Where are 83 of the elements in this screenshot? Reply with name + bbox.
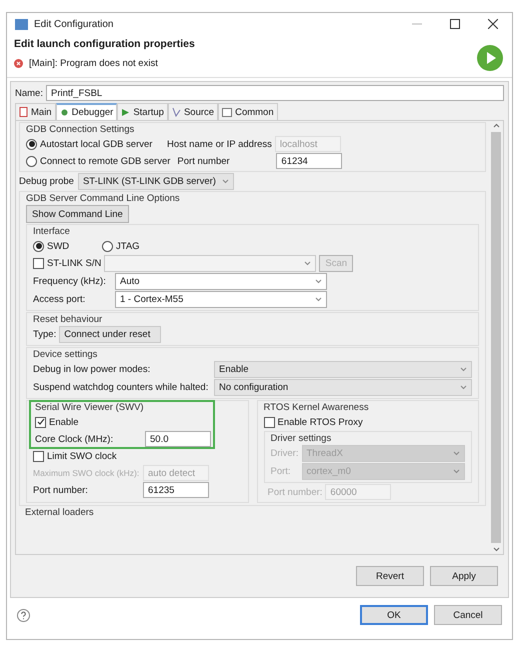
radio-label: SWD [47, 240, 70, 252]
app-icon [15, 18, 28, 30]
document-icon [19, 107, 28, 117]
tab[interactable]: Debugger [56, 103, 118, 120]
radio-button[interactable] [26, 156, 37, 166]
scroll-down-icon[interactable] [492, 547, 500, 552]
field-label: Port number [177, 156, 231, 166]
tab[interactable]: Source [168, 103, 218, 120]
chevron-icon [315, 297, 322, 302]
radio-button[interactable] [26, 138, 37, 150]
checkbox-label: ST-LINK S/N [47, 258, 102, 269]
error-icon [14, 59, 23, 68]
chevron-icon [315, 279, 322, 284]
window-title: Edit Configuration [34, 18, 114, 30]
checkbox[interactable] [33, 258, 44, 269]
port-field[interactable]: 61234 [276, 153, 342, 169]
group-title: Interface [33, 226, 71, 237]
field-label: Driver: [270, 448, 298, 459]
scroll-up-icon[interactable] [492, 123, 500, 128]
dropdown[interactable]: Enable [214, 361, 472, 378]
scrollbar[interactable] [489, 121, 503, 554]
name-field[interactable]: Printf_FSBL [46, 85, 504, 101]
field-label: Core Clock (MHz): [35, 434, 114, 444]
field-label: Port number: [33, 484, 89, 496]
play-icon [121, 108, 130, 116]
chevron-icon [453, 451, 460, 456]
show-command-line-button[interactable]: Show Command Line [26, 205, 129, 223]
group-title: Serial Wire Viewer (SWV) [35, 402, 145, 413]
tab[interactable]: Common [218, 103, 278, 120]
checkbox-label: Enable [49, 416, 79, 428]
help-icon[interactable] [17, 608, 30, 622]
close-icon[interactable] [488, 19, 498, 30]
checkbox[interactable] [33, 450, 44, 462]
dropdown[interactable]: 1 - Cortex-M55 [115, 291, 327, 308]
radio-label: Autostart local GDB server [40, 138, 154, 150]
group-title: RTOS Kernel Awareness [264, 402, 370, 413]
chevron-icon [304, 261, 312, 266]
chevron-icon [460, 367, 467, 372]
checkbox[interactable] [264, 416, 274, 428]
field-label: Suspend watchdog counters while halted: [33, 382, 210, 393]
field-label: Port number: [268, 486, 322, 498]
port-field[interactable]: 61235 [143, 482, 209, 498]
field-label: Debug in low power modes: [33, 364, 152, 375]
core-clock-field[interactable]: 50.0 [145, 431, 211, 447]
dropdown[interactable]: Connect under reset [59, 326, 162, 343]
field-label: Debug probe [19, 176, 74, 187]
radio-label: JTAG [116, 240, 141, 252]
checkbox[interactable] [35, 416, 46, 428]
dropdown[interactable]: No configuration [214, 379, 472, 396]
checkbox-label: Enable RTOS Proxy [278, 416, 363, 428]
error-message: [Main]: Program does not exist [29, 58, 158, 70]
dialog-heading: Edit launch configuration properties [14, 38, 195, 50]
group-title: Device settings [33, 349, 98, 360]
field-label: Name: [15, 88, 43, 98]
group-title: External loaders [24, 507, 95, 518]
field-label: Port: [270, 466, 292, 477]
dropdown[interactable]: ST-LINK (ST-LINK GDB server) [78, 173, 234, 190]
chevron-icon [460, 385, 467, 390]
group-title: GDB Server Command Line Options [26, 193, 181, 204]
dialog-button[interactable]: OK [360, 605, 428, 625]
maximize-icon[interactable] [450, 19, 460, 30]
radio-button[interactable] [102, 240, 113, 252]
radio-button[interactable] [33, 240, 44, 252]
field-label: Access port: [33, 294, 86, 305]
radio-label: Connect to remote GDB server [40, 156, 170, 166]
checkbox-label: Limit SWO clock [47, 450, 117, 462]
dropdown[interactable]: Auto [115, 273, 327, 290]
field-label: Maximum SWO clock (kHz): [33, 468, 140, 478]
window-icon [222, 108, 232, 116]
play-icon [476, 44, 504, 72]
dialog-button[interactable]: Apply [430, 566, 498, 586]
tab[interactable]: Main [15, 103, 56, 120]
chevron-icon [222, 179, 229, 184]
dialog-button[interactable]: Revert [356, 566, 424, 586]
field-label: Type: [33, 329, 56, 340]
field-label: Host name or IP address [167, 138, 272, 150]
group-title: Reset behaviour [33, 314, 104, 325]
group-title: Driver settings [270, 433, 332, 444]
chevron-icon [453, 469, 460, 474]
tab[interactable]: Startup [117, 103, 168, 120]
group-title: GDB Connection Settings [26, 124, 136, 135]
dialog-button[interactable]: Cancel [434, 605, 502, 625]
field-label: Frequency (kHz): [33, 276, 107, 287]
